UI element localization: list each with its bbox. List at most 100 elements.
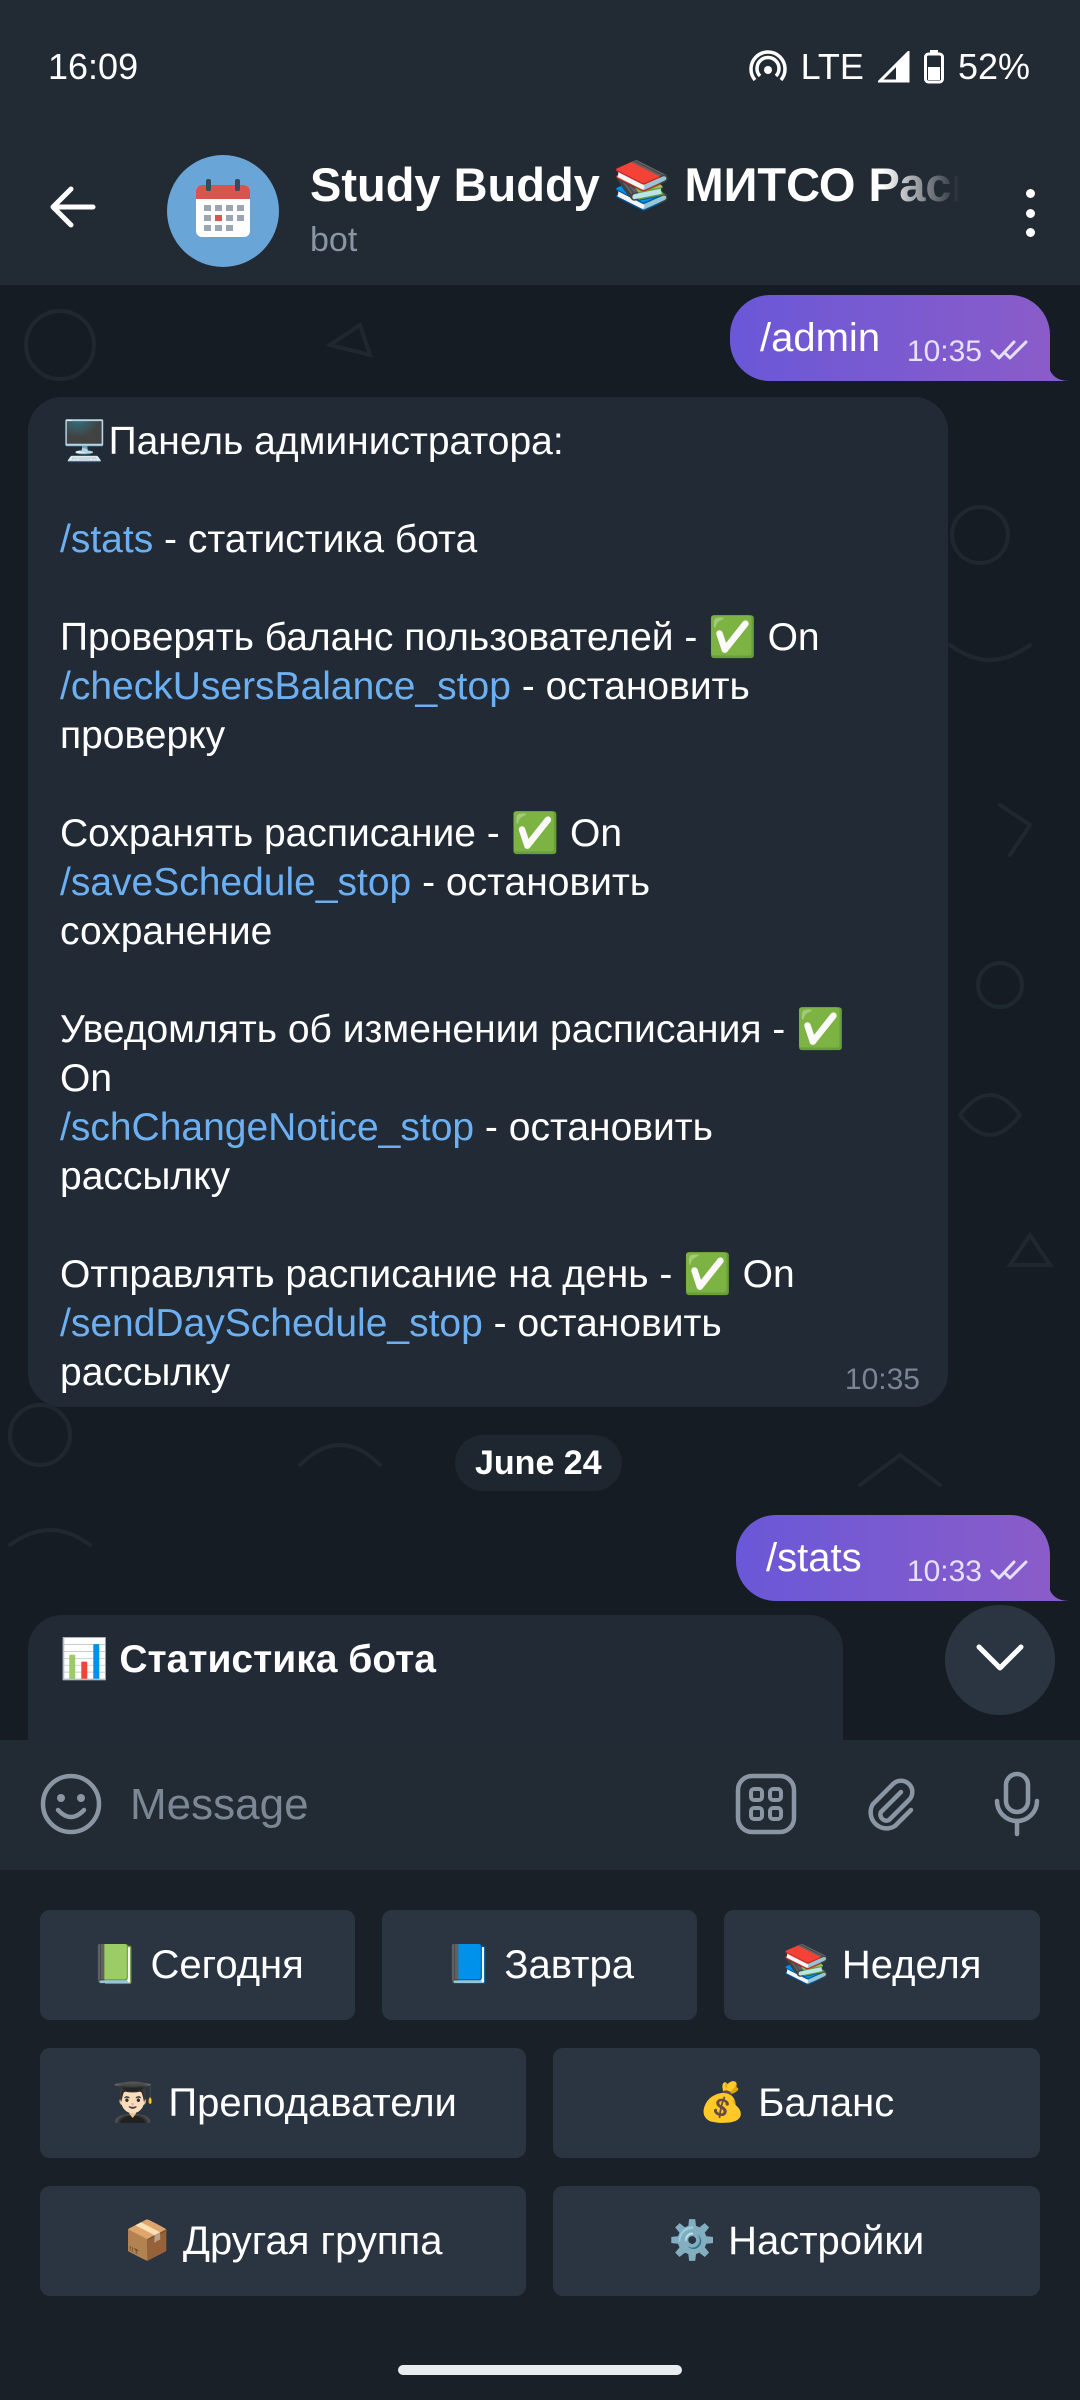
message-time: 10:35 (844, 1363, 920, 1396)
check-balance-description-cont: проверку (60, 714, 226, 757)
status-time: 16:09 (48, 46, 139, 87)
tomorrow-label: Завтра (504, 1942, 634, 1987)
message-meta: 10:35 (907, 335, 1030, 369)
message-time: 10:35 (906, 335, 982, 368)
notice-status-on: On (60, 1057, 113, 1100)
stats-description: - статистика бота (153, 518, 478, 561)
notice-line: /schChangeNotice_stop - остановить (60, 1103, 916, 1152)
emoji-button[interactable] (38, 1773, 104, 1839)
notice-description-cont: рассылку (60, 1155, 231, 1198)
balance-label: Баланс (758, 2080, 895, 2125)
notice-description: - остановить (474, 1106, 713, 1149)
message-meta: 10:33 (907, 1555, 1030, 1589)
system-nav-bar (0, 2340, 1080, 2400)
week-label: Неделя (841, 1942, 982, 1987)
check-balance-stop-link[interactable]: /checkUsersBalance_stop (60, 665, 511, 708)
save-schedule-stop-link[interactable]: /saveSchedule_stop (60, 861, 411, 904)
check-balance-line: /checkUsersBalance_stop - остановить (60, 662, 916, 711)
tomorrow-button[interactable]: 📘 Завтра (382, 1910, 697, 2020)
date-separator: June 24 (455, 1435, 622, 1491)
day-schedule-description-cont: рассылку (60, 1351, 231, 1394)
save-schedule-description: - остановить (411, 861, 651, 904)
chat-subtitle: bot (310, 221, 358, 259)
chevron-down-icon (975, 1643, 1025, 1678)
bot-commands-button[interactable] (733, 1773, 799, 1839)
outgoing-message[interactable]: /stats 10:33 (736, 1515, 1070, 1601)
network-type: LTE (800, 46, 864, 87)
outgoing-message[interactable]: /admin 10:35 (730, 295, 1070, 381)
more-options-button[interactable] (1010, 183, 1050, 243)
status-icons: LTE 52% (748, 46, 1030, 88)
chat-history[interactable]: /admin 10:35 🖥️Панель администратора: /s… (0, 285, 1080, 1740)
battery-level: 52% (957, 46, 1030, 87)
incoming-message[interactable]: 📊 Статистика бота (28, 1615, 843, 1740)
incoming-message[interactable]: 🖥️Панель администратора: /stats - статис… (28, 397, 948, 1407)
today-label: Сегодня (150, 1942, 304, 1987)
save-schedule-line: /saveSchedule_stop - остановить (60, 858, 916, 907)
attach-button[interactable] (858, 1773, 924, 1839)
stats-command-link[interactable]: /stats (60, 518, 153, 561)
today-button[interactable]: 📗 Сегодня (40, 1910, 355, 2020)
bubble-tail (1048, 1579, 1070, 1601)
save-schedule-description-cont: сохранение (60, 910, 273, 953)
teachers-button[interactable]: 👨🏻‍🎓 Преподаватели (40, 2048, 526, 2158)
other-group-label: Другая группа (182, 2218, 443, 2263)
blue-book-icon: 📘 (445, 1944, 493, 1986)
books-icon: 📚 (782, 1944, 830, 1986)
paperclip-icon (861, 1774, 921, 1839)
week-button[interactable]: 📚 Неделя (724, 1910, 1040, 2020)
read-checks-icon (990, 335, 1030, 369)
notice-stop-link[interactable]: /schChangeNotice_stop (60, 1106, 474, 1149)
home-indicator[interactable] (398, 2365, 682, 2375)
message-composer (0, 1740, 1080, 1870)
scroll-to-bottom-button[interactable] (945, 1605, 1055, 1715)
message-input[interactable] (130, 1770, 690, 1840)
gear-icon: ⚙️ (668, 2220, 717, 2262)
other-group-button[interactable]: 📦 Другая группа (40, 2186, 526, 2296)
stats-line: /stats - статистика бота (60, 515, 916, 564)
notice-status: Уведомлять об изменении расписания - ✅ (60, 1008, 845, 1051)
save-schedule-status: Сохранять расписание - ✅ On (60, 812, 623, 855)
grid-icon (735, 1773, 797, 1840)
message-text: /admin (760, 315, 881, 360)
chat-title[interactable]: Study Buddy 📚 МИТСО Расписание (310, 157, 960, 213)
back-button[interactable] (38, 175, 106, 243)
admin-panel-title: Панель администратора: (108, 420, 564, 463)
message-text: /stats (766, 1535, 862, 1580)
balance-button[interactable]: 💰 Баланс (553, 2048, 1040, 2158)
student-icon: 👨🏻‍🎓 (109, 2082, 157, 2124)
more-vertical-icon-dot (1025, 208, 1035, 218)
more-vertical-icon (1025, 189, 1035, 198)
stats-title: 📊 Статистика бота (60, 1638, 436, 1681)
teachers-label: Преподаватели (168, 2080, 457, 2125)
hotspot-icon (748, 48, 787, 86)
settings-label: Настройки (728, 2218, 925, 2263)
money-bag-icon: 💰 (698, 2082, 747, 2124)
arrow-left-icon (47, 185, 97, 234)
avatar[interactable] (167, 155, 279, 267)
signal-icon (877, 51, 910, 83)
green-book-icon: 📗 (91, 1944, 139, 1986)
package-icon: 📦 (123, 2220, 171, 2262)
day-schedule-stop-link[interactable]: /sendDaySchedule_stop (60, 1302, 483, 1345)
message-time: 10:33 (906, 1555, 982, 1588)
voice-record-button[interactable] (984, 1771, 1050, 1842)
admin-panel-title-line: 🖥️Панель администратора: (60, 417, 916, 466)
settings-button[interactable]: ⚙️ Настройки (553, 2186, 1040, 2296)
more-vertical-icon-dot (1025, 228, 1035, 237)
read-checks-icon (990, 1555, 1030, 1589)
microphone-icon (992, 1771, 1042, 1842)
chat-header: Study Buddy 📚 МИТСО Расписание bot (0, 135, 1080, 285)
bubble-tail (1048, 359, 1070, 381)
status-bar: 16:09 LTE 52% (0, 0, 1080, 135)
check-balance-status: Проверять баланс пользователей - ✅ On (60, 616, 820, 659)
day-schedule-description: - остановить (482, 1302, 722, 1345)
check-balance-description: - остановить (510, 665, 750, 708)
computer-icon: 🖥️ (60, 420, 109, 463)
smile-icon (39, 1772, 103, 1841)
